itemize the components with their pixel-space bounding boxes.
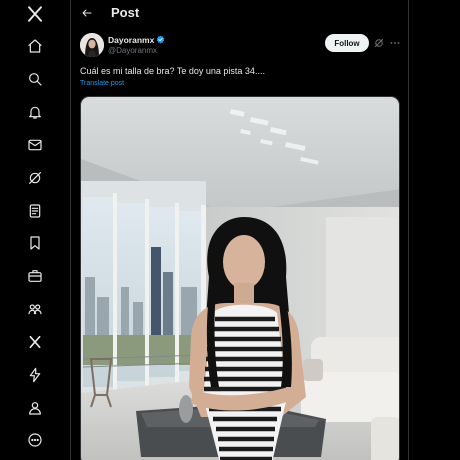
post-image[interactable] bbox=[80, 96, 400, 460]
lists-icon[interactable] bbox=[21, 197, 49, 225]
grok-icon[interactable] bbox=[21, 164, 49, 192]
post-header: Post bbox=[71, 0, 408, 27]
back-button[interactable] bbox=[77, 3, 97, 23]
briefcase-icon[interactable] bbox=[21, 262, 49, 290]
premium-x-icon[interactable] bbox=[21, 328, 49, 356]
bookmark-icon[interactable] bbox=[21, 229, 49, 257]
author-handle[interactable]: @Dayoranmx bbox=[108, 46, 157, 55]
communities-icon[interactable] bbox=[21, 295, 49, 323]
post-text: Cuál es mi talla de bra? Te doy una pist… bbox=[80, 66, 265, 76]
more-circle-icon[interactable] bbox=[21, 426, 49, 454]
verified-orgs-icon[interactable] bbox=[21, 361, 49, 389]
x-logo-icon[interactable] bbox=[21, 0, 49, 28]
bell-icon[interactable] bbox=[21, 98, 49, 126]
profile-icon[interactable] bbox=[21, 394, 49, 422]
more-options-icon[interactable] bbox=[389, 37, 401, 49]
home-icon[interactable] bbox=[21, 32, 49, 60]
post-photo bbox=[81, 97, 399, 460]
search-icon[interactable] bbox=[21, 65, 49, 93]
avatar[interactable] bbox=[80, 33, 104, 57]
arrow-left-icon bbox=[82, 9, 92, 17]
verified-badge-icon bbox=[156, 35, 165, 44]
grok-icon[interactable] bbox=[373, 37, 385, 49]
avatar-image bbox=[80, 33, 104, 57]
follow-button[interactable]: Follow bbox=[325, 34, 369, 52]
author-name[interactable]: Dayoranmx bbox=[108, 35, 154, 45]
page-title: Post bbox=[111, 5, 140, 20]
main-column: Post Dayoranmx @Dayoranmx Follow Cuál es… bbox=[71, 0, 409, 460]
mail-icon[interactable] bbox=[21, 131, 49, 159]
left-nav-rail bbox=[0, 0, 71, 460]
translate-post-link[interactable]: Translate post bbox=[80, 80, 124, 87]
